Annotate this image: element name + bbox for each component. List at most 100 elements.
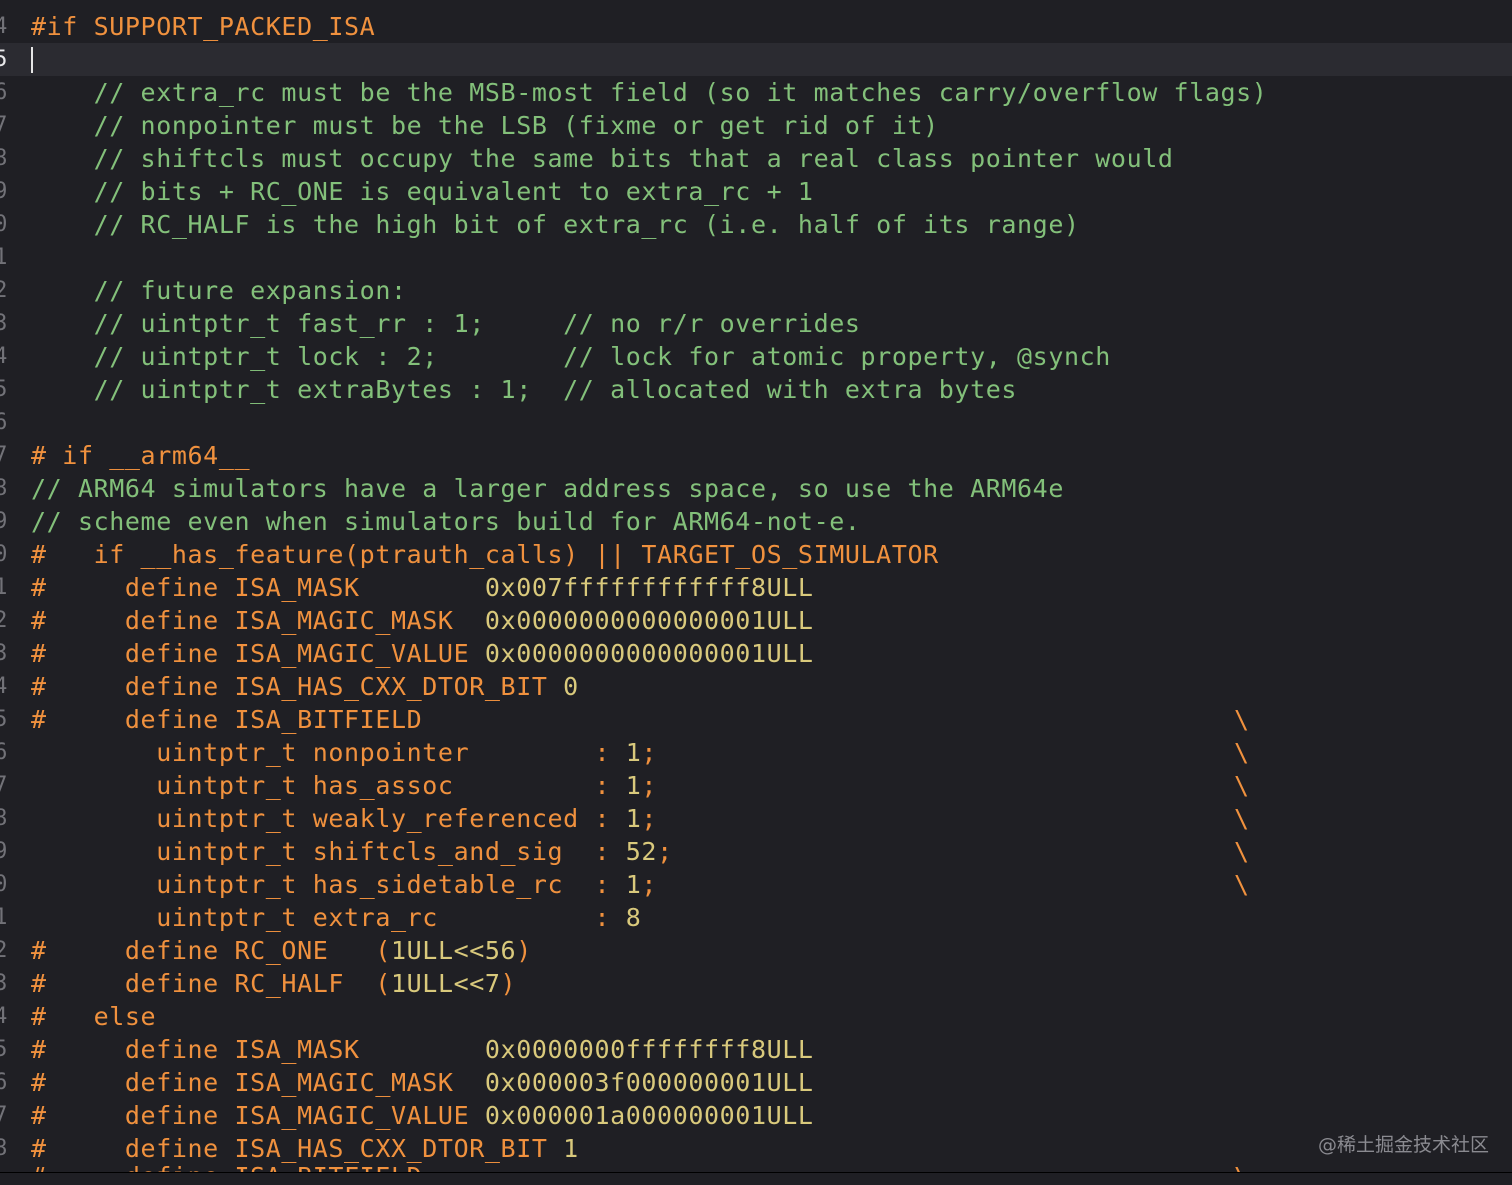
hex-literal: 0x007ffffffffffff8ULL (484, 573, 814, 602)
line-number: 9 (0, 179, 8, 204)
code-line[interactable]: 5 # define ISA_MASK 0x0000000ffffffff8UL… (0, 1033, 1512, 1066)
code-comment: // uintptr_t extraBytes : 1; // allocate… (31, 375, 1018, 404)
number-literal: 0 (563, 672, 579, 701)
code-comment: // future expansion: (31, 276, 407, 305)
hex-literal: 0x000001a000000001ULL (484, 1101, 814, 1130)
semicolon: ; (641, 804, 658, 833)
code-line[interactable]: 8 // ARM64 simulators have a larger addr… (0, 472, 1512, 505)
bitfield-member: uintptr_t shiftcls_and_sig : (31, 837, 626, 866)
bitfield-member: uintptr_t has_assoc : (31, 771, 626, 800)
code-comment: // RC_HALF is the high bit of extra_rc (… (31, 210, 1080, 239)
code-line[interactable]: 7 // nonpointer must be the LSB (fixme o… (0, 109, 1512, 142)
line-number: 9 (0, 839, 8, 864)
line-number: 4 (0, 674, 8, 699)
code-line[interactable]: 6 # define ISA_MAGIC_MASK 0x000003f00000… (0, 1066, 1512, 1099)
code-line[interactable]: 3 # define ISA_MAGIC_VALUE 0x00000000000… (0, 637, 1512, 670)
code-line[interactable]: 2 # define RC_ONE (1ULL<<56) (0, 934, 1512, 967)
number-literal: 52 (625, 837, 658, 866)
line-number: 7 (0, 1103, 8, 1128)
line-number: 3 (0, 311, 8, 336)
line-number: 0 (0, 212, 8, 237)
bitfield-member: uintptr_t nonpointer : (31, 738, 626, 767)
code-comment: // extra_rc must be the MSB-most field (… (31, 78, 1268, 107)
code-line[interactable]: 5 # define ISA_BITFIELD \ (0, 703, 1512, 736)
semicolon: ; (641, 870, 658, 899)
line-number: 2 (0, 608, 8, 633)
code-line[interactable]: # define ISA_BITFIELD \ (0, 1160, 1512, 1172)
semicolon: ; (641, 738, 658, 767)
line-number: 7 (0, 443, 8, 468)
code-line[interactable]: 4 # else (0, 1000, 1512, 1033)
line-number: 7 (0, 113, 8, 138)
define-directive: # define RC_ONE ( (31, 936, 391, 965)
line-number: 2 (0, 938, 8, 963)
code-line[interactable]: 6 (0, 406, 1512, 439)
clipped-line-region: # define ISA_BITFIELD \ (0, 1160, 1512, 1172)
line-number: 4 (0, 1004, 8, 1029)
line-continuation: \ (1234, 870, 1250, 899)
close-paren: ) (516, 936, 532, 965)
code-line[interactable]: 9 uintptr_t shiftcls_and_sig : 52; \ (0, 835, 1512, 868)
code-editor[interactable]: 4 #if SUPPORT_PACKED_ISA 5 6 // extra_rc… (0, 0, 1512, 1185)
code-comment: // ARM64 simulators have a larger addres… (31, 474, 1064, 503)
define-directive: # define ISA_MAGIC_MASK (31, 1068, 485, 1097)
code-line[interactable]: 1 # define ISA_MASK 0x007ffffffffffff8UL… (0, 571, 1512, 604)
semicolon: ; (657, 837, 673, 866)
code-line[interactable]: 5 // uintptr_t extraBytes : 1; // alloca… (0, 373, 1512, 406)
line-number: 5 (0, 377, 8, 402)
define-directive: # define ISA_BITFIELD (31, 1160, 422, 1172)
code-line[interactable]: 6 // extra_rc must be the MSB-most field… (0, 76, 1512, 109)
line-continuation: \ (1234, 705, 1250, 734)
code-line[interactable]: 9 // bits + RC_ONE is equivalent to extr… (0, 175, 1512, 208)
bitfield-member: uintptr_t weakly_referenced : (31, 804, 626, 833)
hex-literal: 0x0000000000000001ULL (484, 639, 814, 668)
define-directive: # define ISA_MASK (31, 573, 485, 602)
current-code-line[interactable]: 5 (0, 43, 1512, 76)
line-number: 5 (0, 707, 8, 732)
number-literal: 1 (625, 738, 642, 767)
code-line[interactable]: 7 # if __arm64__ (0, 439, 1512, 472)
line-number: 8 (0, 146, 8, 171)
code-line[interactable]: 4 #if SUPPORT_PACKED_ISA (0, 10, 1512, 43)
line-number: 3 (0, 971, 8, 996)
code-line[interactable]: 0 # if __has_feature(ptrauth_calls) || T… (0, 538, 1512, 571)
hex-literal: 0x000003f000000001ULL (484, 1068, 814, 1097)
code-line[interactable]: 4 # define ISA_HAS_CXX_DTOR_BIT 0 (0, 670, 1512, 703)
line-number: 1 (0, 905, 8, 930)
close-paren: ) (500, 969, 517, 998)
semicolon: ; (641, 771, 658, 800)
preprocessor-directive: # if __arm64__ (31, 441, 251, 470)
number-literal: 1 (625, 771, 642, 800)
code-line[interactable]: 3 // uintptr_t fast_rr : 1; // no r/r ov… (0, 307, 1512, 340)
code-line[interactable]: 7 # define ISA_MAGIC_VALUE 0x000001a0000… (0, 1099, 1512, 1132)
define-directive: # define ISA_BITFIELD (31, 705, 423, 734)
code-line[interactable]: 9 // scheme even when simulators build f… (0, 505, 1512, 538)
line-number: 0 (0, 542, 8, 567)
define-directive: # define ISA_MAGIC_VALUE (31, 639, 485, 668)
line-continuation: \ (1234, 837, 1250, 866)
line-number: 4 (0, 344, 8, 369)
line-number: 8 (0, 476, 8, 501)
code-line[interactable]: 0 // RC_HALF is the high bit of extra_rc… (0, 208, 1512, 241)
code-line[interactable]: 8 // shiftcls must occupy the same bits … (0, 142, 1512, 175)
line-number: 8 (0, 806, 8, 831)
line-number: 4 (0, 14, 8, 39)
editor-bottom-border (0, 1172, 1512, 1173)
code-comment: // bits + RC_ONE is equivalent to extra_… (31, 177, 814, 206)
code-line[interactable]: 1 uintptr_t extra_rc : 8 (0, 901, 1512, 934)
preprocessor-directive: # else (31, 1002, 157, 1031)
code-line[interactable]: 7 uintptr_t has_assoc : 1; \ (0, 769, 1512, 802)
watermark: @稀土掘金技术社区 (1318, 1134, 1490, 1156)
code-line[interactable]: 3 # define RC_HALF (1ULL<<7) (0, 967, 1512, 1000)
code-line[interactable]: 2 // future expansion: (0, 274, 1512, 307)
number-literal: 1ULL<<7 (390, 969, 501, 998)
code-line[interactable]: 0 uintptr_t has_sidetable_rc : 1; \ (0, 868, 1512, 901)
code-line[interactable]: 6 uintptr_t nonpointer : 1; \ (0, 736, 1512, 769)
code-line[interactable]: 2 # define ISA_MAGIC_MASK 0x000000000000… (0, 604, 1512, 637)
code-line[interactable]: 1 (0, 241, 1512, 274)
define-directive: # define ISA_MAGIC_MASK (31, 606, 485, 635)
code-line[interactable]: 8 uintptr_t weakly_referenced : 1; \ (0, 802, 1512, 835)
code-line[interactable]: 4 // uintptr_t lock : 2; // lock for ato… (0, 340, 1512, 373)
define-directive: # define RC_HALF ( (31, 969, 391, 998)
code-comment: // uintptr_t lock : 2; // lock for atomi… (31, 342, 1111, 371)
